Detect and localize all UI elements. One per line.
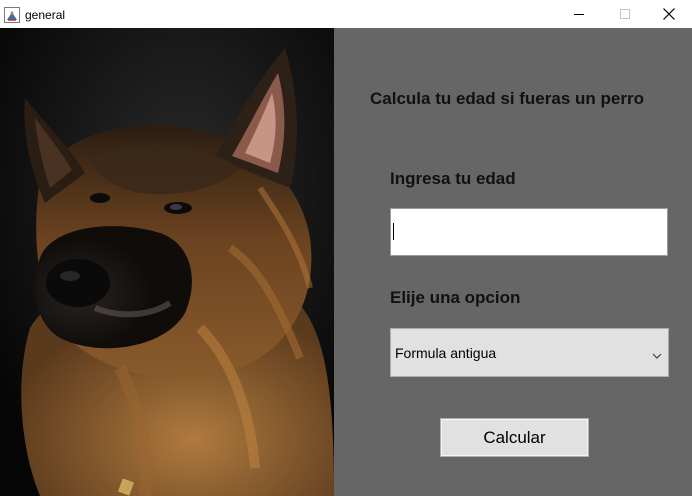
minimize-button[interactable] (556, 0, 602, 28)
close-button[interactable] (646, 0, 692, 28)
app-window: general Calcula tu edad si fueras un per… (0, 0, 692, 496)
close-icon (663, 8, 675, 20)
content-area: Calcula tu edad si fueras un perro Ingre… (0, 28, 692, 496)
age-input[interactable] (390, 208, 668, 256)
title-bar: general (0, 0, 692, 28)
calculate-button[interactable]: Calcular (440, 418, 589, 457)
formula-select-value: Formula antigua (395, 345, 497, 361)
formula-select[interactable]: Formula antigua (390, 328, 669, 377)
window-title: general (25, 8, 66, 22)
chevron-down-icon (652, 348, 662, 359)
maximize-button[interactable] (602, 0, 648, 28)
java-app-icon (4, 7, 20, 23)
dog-photo (0, 28, 334, 496)
option-label: Elije una opcion (390, 288, 521, 307)
form-panel: Calcula tu edad si fueras un perro Ingre… (334, 28, 692, 496)
form-heading: Calcula tu edad si fueras un perro (370, 89, 644, 108)
minimize-icon (574, 14, 584, 15)
text-caret (393, 223, 394, 240)
maximize-icon (620, 9, 630, 19)
german-shepherd-image (0, 28, 334, 496)
age-label: Ingresa tu edad (390, 169, 516, 188)
